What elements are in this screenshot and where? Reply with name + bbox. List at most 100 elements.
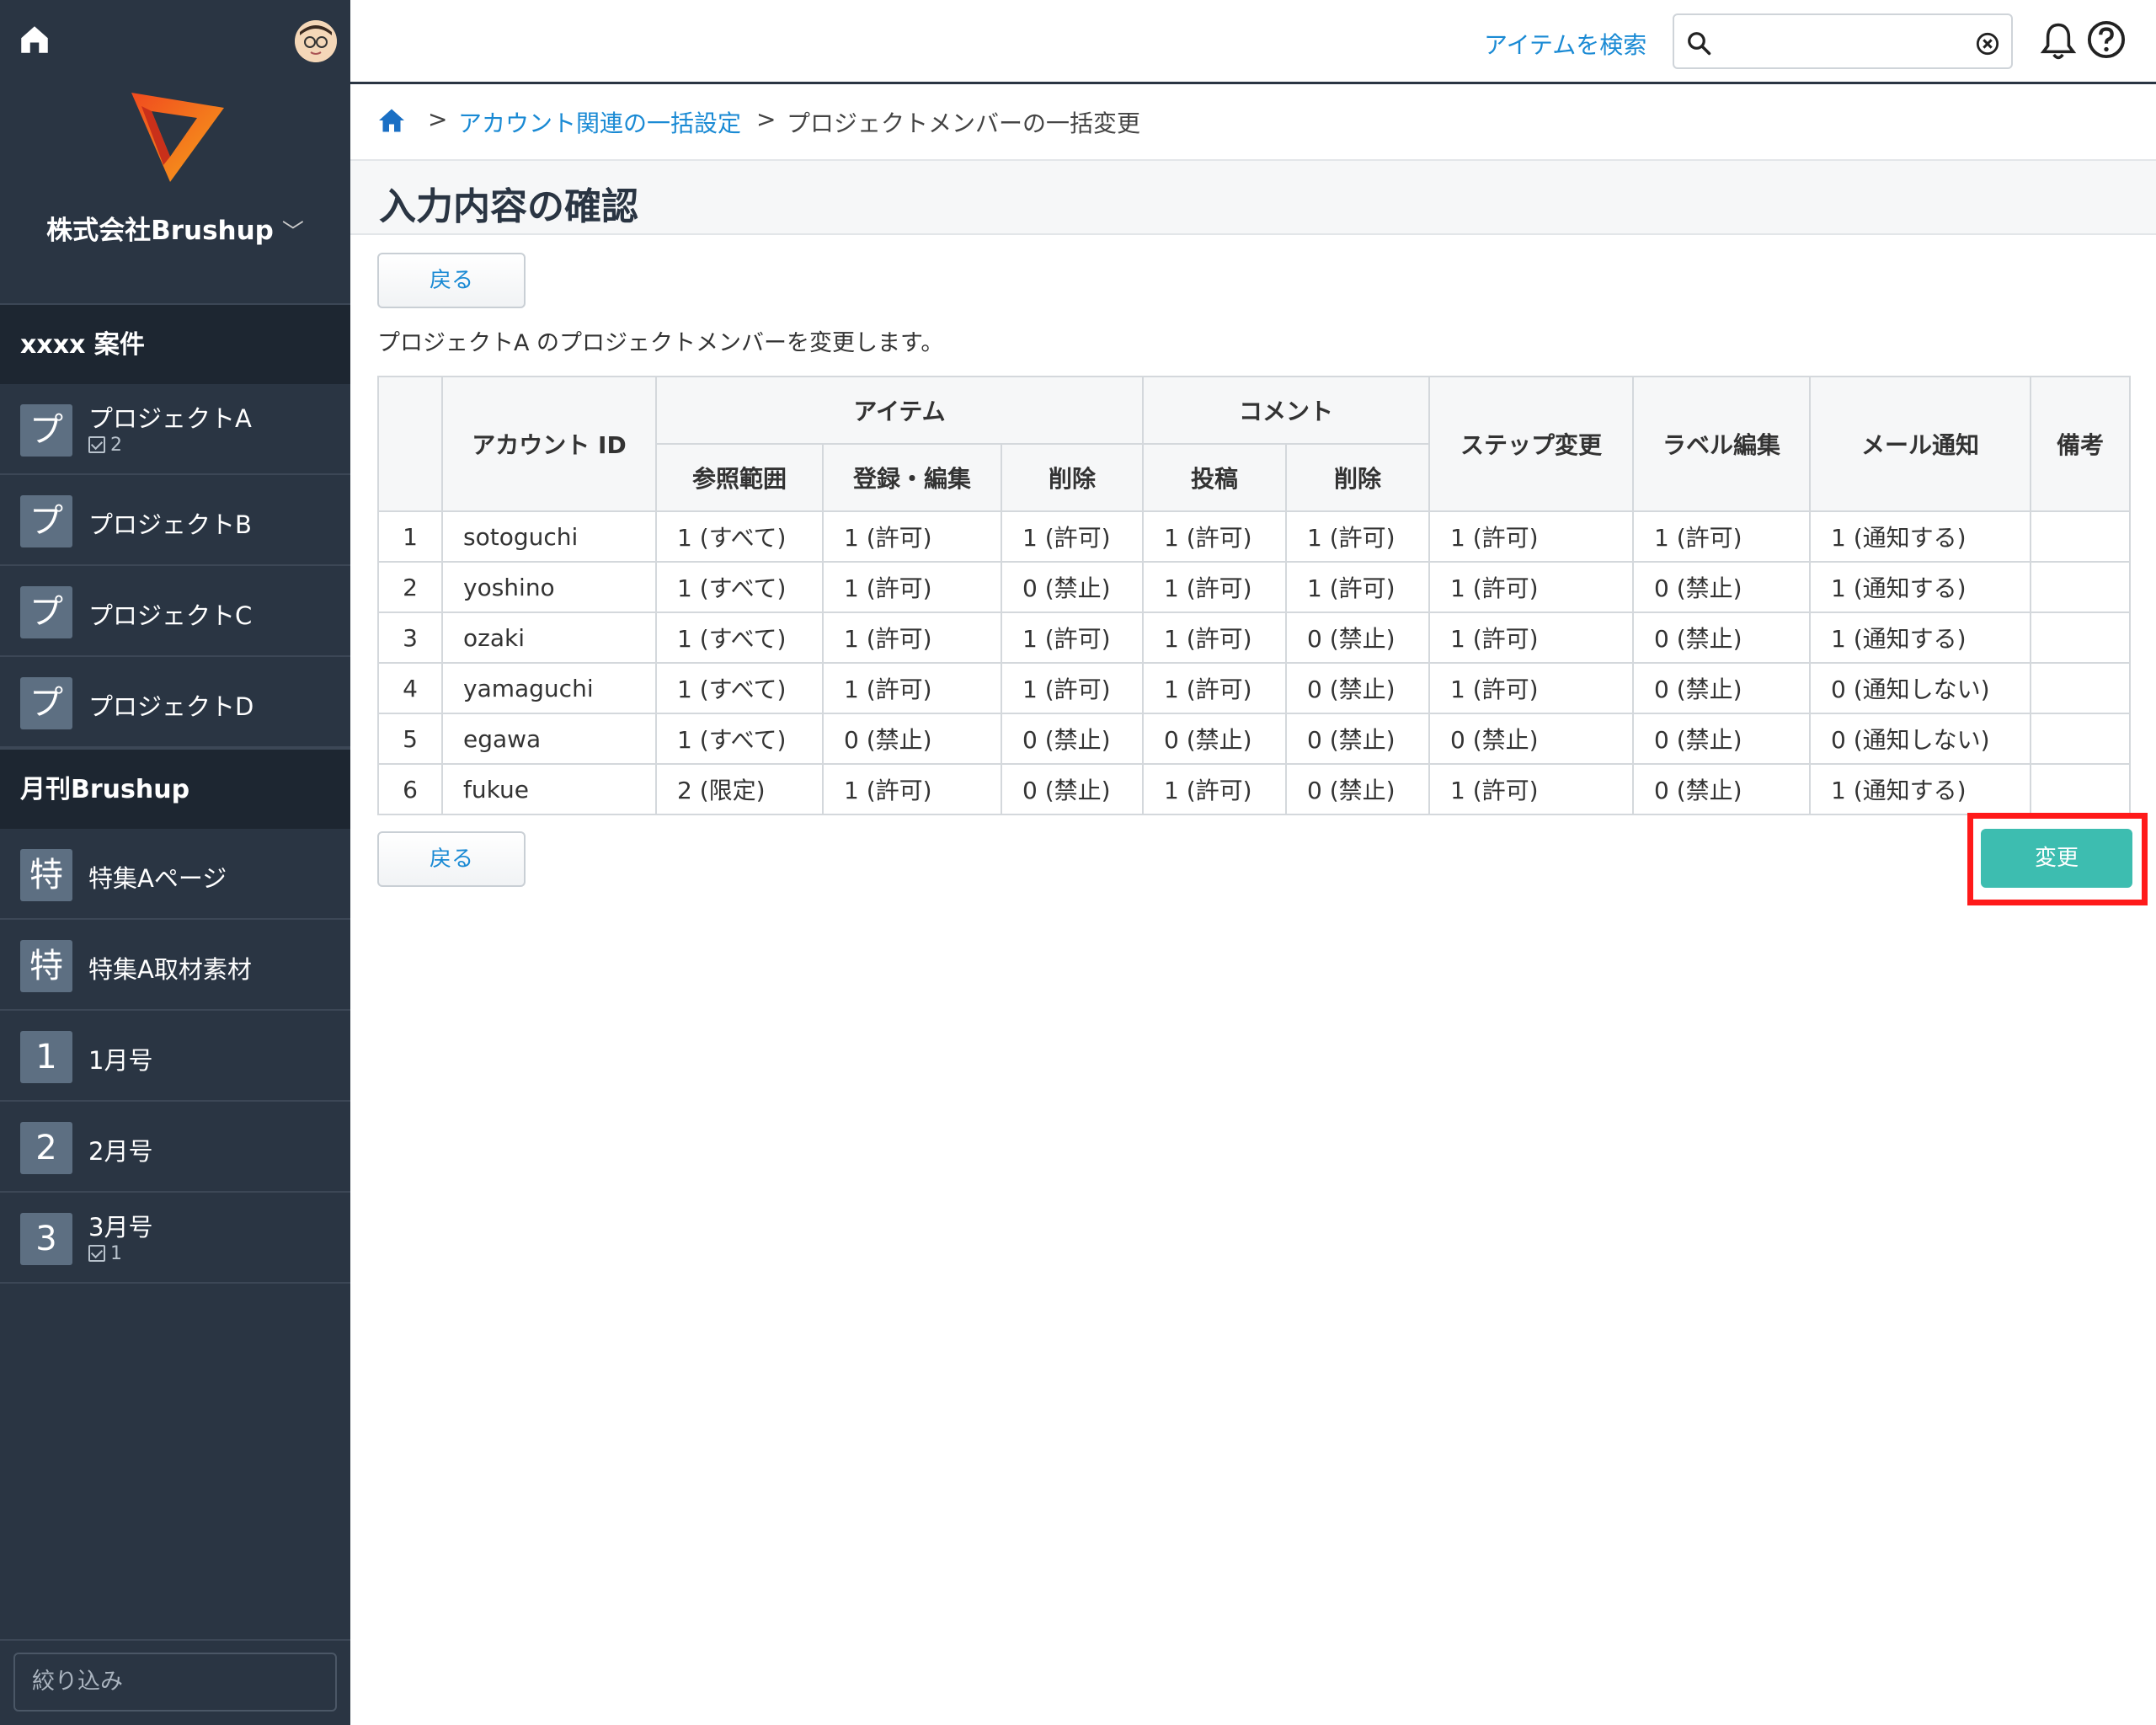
cell-item-delete: 1 (許可) <box>1001 611 1144 664</box>
cell-comment-post: 1 (許可) <box>1142 510 1287 563</box>
project-badge: 2 <box>20 1122 72 1174</box>
task-count: 1 <box>88 1243 122 1264</box>
sidebar-item-feature-a-page[interactable]: 特 特集Aページ <box>0 829 350 920</box>
cell-scope: 1 (すべて) <box>655 713 824 765</box>
sidebar-filter-input[interactable]: 絞り込み <box>13 1653 337 1712</box>
home-icon[interactable] <box>17 22 52 57</box>
cell-edit: 0 (禁止) <box>822 713 1002 765</box>
cell-scope: 1 (すべて) <box>655 611 824 664</box>
cell-note <box>2030 713 2131 765</box>
row-number: 3 <box>377 611 443 664</box>
sidebar-item-label: 2月号 <box>88 1137 153 1166</box>
header-item-group: アイテム <box>655 376 1144 445</box>
sidebar: 株式会社Brushup ﹀ xxxx 案件 プ プロジェクトA 2 プ プロジェク… <box>0 0 350 1725</box>
user-avatar[interactable] <box>295 20 337 62</box>
cell-scope: 1 (すべて) <box>655 662 824 714</box>
brushup-logo-icon <box>131 93 224 182</box>
cell-step: 0 (禁止) <box>1428 713 1634 765</box>
back-button-top[interactable]: 戻る <box>377 253 526 308</box>
change-submit-button[interactable]: 変更 <box>1981 829 2132 888</box>
cell-item-delete: 1 (許可) <box>1001 662 1144 714</box>
project-badge: 特 <box>20 849 72 901</box>
group-header-xxxx[interactable]: xxxx 案件 <box>0 303 350 384</box>
sidebar-item-label: プロジェクトB <box>88 510 252 539</box>
table-row: 4 yamaguchi 1 (すべて) 1 (許可) 1 (許可) 1 (許可)… <box>377 662 2131 714</box>
back-button-bottom[interactable]: 戻る <box>377 831 526 887</box>
search-input[interactable] <box>1721 24 1957 61</box>
group-header-brushup-monthly[interactable]: 月刊Brushup <box>0 748 350 829</box>
members-table: アカウント ID アイテム コメント ステップ変更 ラベル編集 メール通知 備考… <box>377 376 2131 815</box>
search-box[interactable] <box>1673 13 2013 69</box>
cell-scope: 1 (すべて) <box>655 561 824 613</box>
header-comment-group: コメント <box>1142 376 1430 445</box>
cell-mail: 0 (通知しない) <box>1809 713 2031 765</box>
project-badge: 特 <box>20 940 72 992</box>
chevron-down-icon: ﹀ <box>281 220 304 245</box>
cell-edit: 1 (許可) <box>822 510 1002 563</box>
sidebar-item-label: 特集A取材素材 <box>88 955 252 984</box>
project-badge: 1 <box>20 1031 72 1083</box>
row-number: 1 <box>377 510 443 563</box>
item-search-link[interactable]: アイテムを検索 <box>1484 27 1646 61</box>
sidebar-item-feature-a-material[interactable]: 特 特集A取材素材 <box>0 920 350 1011</box>
page-title: 入力内容の確認 <box>379 185 638 228</box>
cell-comment-delete: 0 (禁止) <box>1285 611 1430 664</box>
cell-label: 0 (禁止) <box>1632 763 1811 815</box>
project-badge: プ <box>20 495 72 547</box>
cell-comment-post: 0 (禁止) <box>1142 713 1287 765</box>
table-row: 3 ozaki 1 (すべて) 1 (許可) 1 (許可) 1 (許可) 0 (… <box>377 611 2131 664</box>
sidebar-item-label: 3月号 <box>88 1213 153 1242</box>
header-mail-notify: メール通知 <box>1809 376 2031 512</box>
cell-item-delete: 1 (許可) <box>1001 510 1144 563</box>
sidebar-item-project-c[interactable]: プ プロジェクトC <box>0 566 350 657</box>
cell-mail: 1 (通知する) <box>1809 763 2031 815</box>
page-description: プロジェクトA のプロジェクトメンバーを変更します。 <box>377 330 944 356</box>
sidebar-item-project-a[interactable]: プ プロジェクトA 2 <box>0 384 350 475</box>
cell-comment-delete: 1 (許可) <box>1285 510 1430 563</box>
header-step-change: ステップ変更 <box>1428 376 1634 512</box>
task-count: 2 <box>88 435 122 456</box>
cell-comment-delete: 1 (許可) <box>1285 561 1430 613</box>
sidebar-item-label: プロジェクトC <box>88 601 253 630</box>
cell-step: 1 (許可) <box>1428 611 1634 664</box>
cell-edit: 1 (許可) <box>822 611 1002 664</box>
table-row: 6 fukue 2 (限定) 1 (許可) 0 (禁止) 1 (許可) 0 (禁… <box>377 763 2131 815</box>
cell-comment-delete: 0 (禁止) <box>1285 713 1430 765</box>
cell-item-delete: 0 (禁止) <box>1001 763 1144 815</box>
breadcrumb-separator: > <box>428 105 448 133</box>
header-comment-delete: 削除 <box>1285 443 1430 512</box>
breadcrumb-item-current: プロジェクトメンバーの一括変更 <box>787 109 1141 137</box>
sidebar-item-february[interactable]: 2 2月号 <box>0 1102 350 1193</box>
breadcrumb-item-bulk-settings[interactable]: アカウント関連の一括設定 <box>458 105 741 139</box>
company-name: 株式会社Brushup <box>46 216 274 246</box>
cell-account: egawa <box>441 713 657 765</box>
sidebar-item-project-b[interactable]: プ プロジェクトB <box>0 475 350 566</box>
header-comment-post: 投稿 <box>1142 443 1287 512</box>
breadcrumb-home-icon[interactable] <box>376 105 408 136</box>
cell-edit: 1 (許可) <box>822 662 1002 714</box>
bell-icon[interactable] <box>2040 22 2077 61</box>
cell-mail: 1 (通知する) <box>1809 510 2031 563</box>
company-switcher[interactable]: 株式会社Brushup ﹀ <box>0 209 350 247</box>
row-number: 4 <box>377 662 443 714</box>
header-index <box>377 376 443 512</box>
breadcrumb-separator: > <box>756 105 776 133</box>
sidebar-item-label: 特集Aページ <box>88 864 227 893</box>
header-notes: 備考 <box>2030 376 2131 512</box>
project-badge: 3 <box>20 1213 72 1265</box>
cell-scope: 1 (すべて) <box>655 510 824 563</box>
cell-label: 0 (禁止) <box>1632 611 1811 664</box>
row-number: 2 <box>377 561 443 613</box>
breadcrumb: > アカウント関連の一括設定 > プロジェクトメンバーの一括変更 <box>350 87 2156 159</box>
cell-item-delete: 0 (禁止) <box>1001 713 1144 765</box>
clear-search-icon[interactable] <box>1976 32 1999 56</box>
sidebar-item-march[interactable]: 3 3月号 1 <box>0 1193 350 1284</box>
sidebar-item-january[interactable]: 1 1月号 <box>0 1011 350 1102</box>
help-icon[interactable] <box>2087 20 2126 59</box>
cell-account: fukue <box>441 763 657 815</box>
cell-step: 1 (許可) <box>1428 510 1634 563</box>
sidebar-item-project-d[interactable]: プ プロジェクトD <box>0 657 350 748</box>
cell-comment-post: 1 (許可) <box>1142 662 1287 714</box>
cell-comment-post: 1 (許可) <box>1142 763 1287 815</box>
cell-note <box>2030 561 2131 613</box>
